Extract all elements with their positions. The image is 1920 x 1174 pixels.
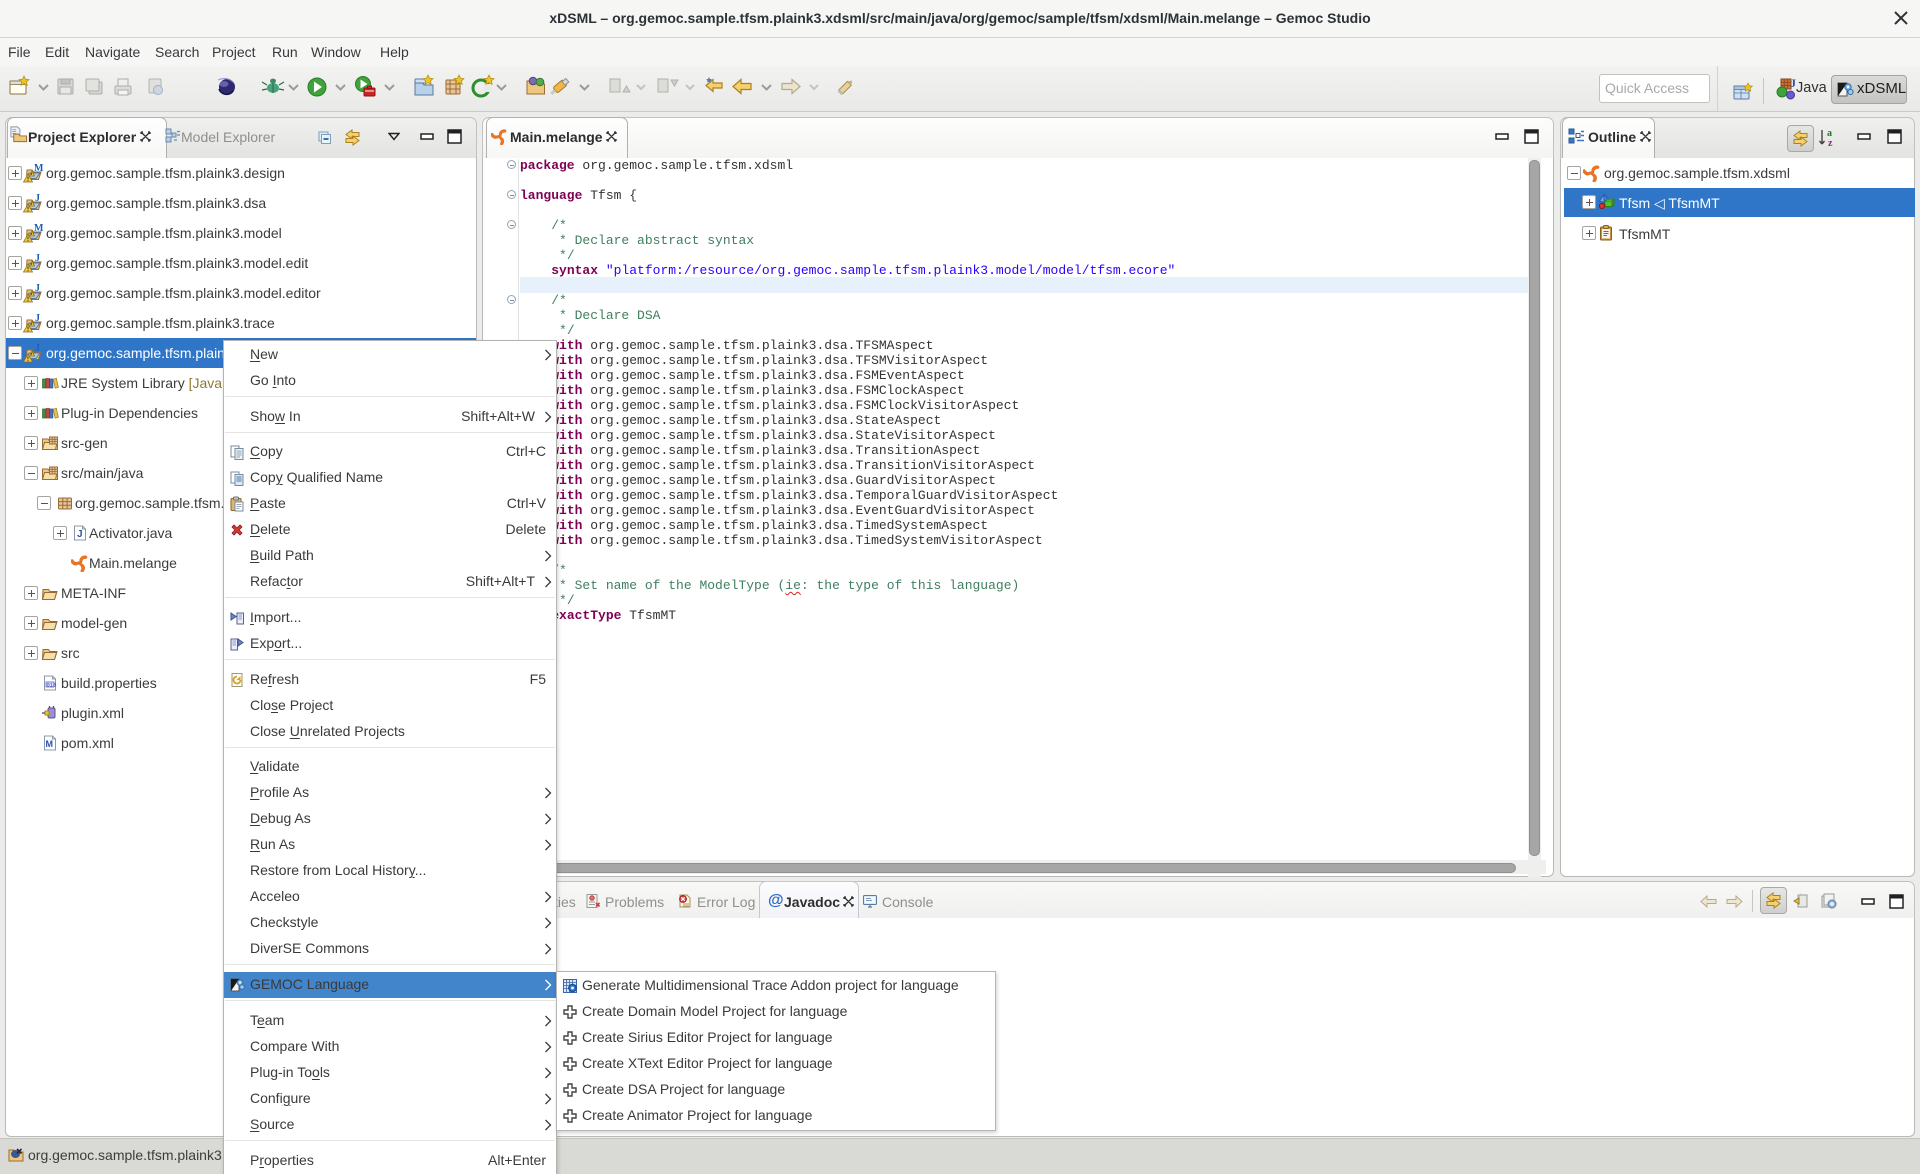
svg-text:z: z	[1828, 138, 1833, 149]
